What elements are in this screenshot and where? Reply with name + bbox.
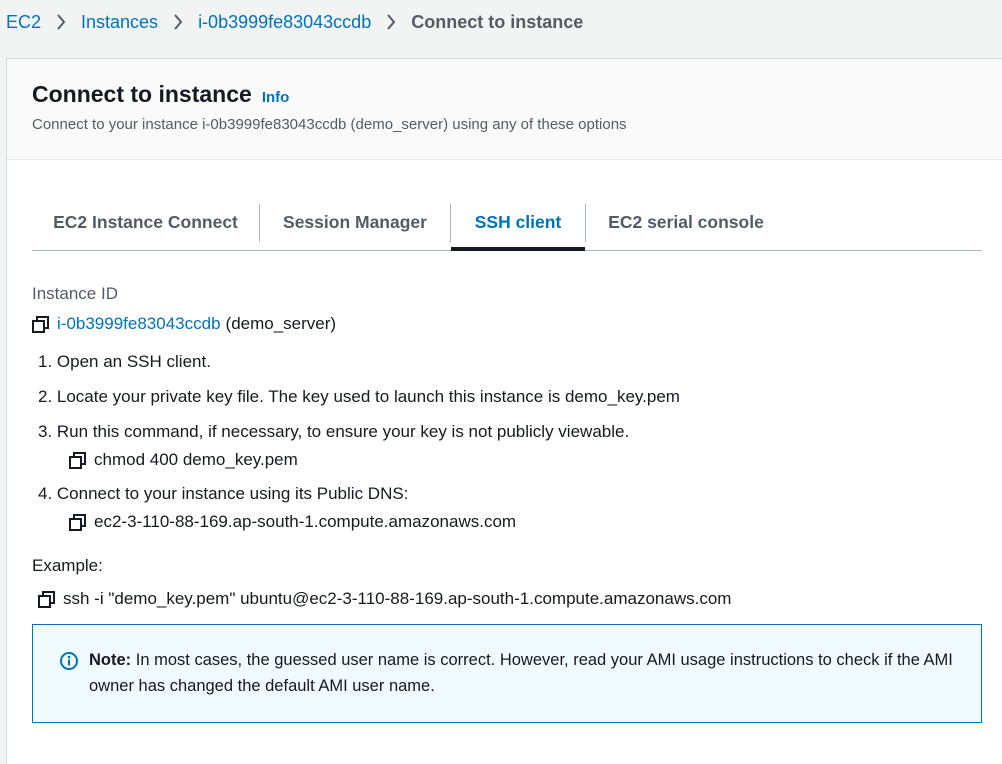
example-command-row: ssh -i "demo_key.pem" ubuntu@ec2-3-110-8… — [38, 589, 731, 609]
breadcrumb-current: Connect to instance — [411, 11, 584, 32]
copy-icon[interactable] — [38, 590, 55, 608]
instance-id-label: Instance ID — [32, 284, 118, 303]
tab-bar: EC2 Instance Connect Session Manager SSH… — [32, 195, 982, 251]
title-row: Connect to instance Info — [32, 81, 289, 108]
note-alert: Note: In most cases, the guessed user na… — [32, 624, 982, 723]
chevron-right-icon — [167, 14, 189, 30]
page-subtitle: Connect to your instance i-0b3999fe83043… — [32, 116, 627, 133]
info-circle-icon — [60, 652, 78, 670]
chevron-right-icon — [380, 14, 402, 30]
note-body: In most cases, the guessed user name is … — [89, 651, 953, 695]
breadcrumb-instances[interactable]: Instances — [81, 12, 158, 33]
tab-ec2-instance-connect[interactable]: EC2 Instance Connect — [32, 195, 259, 250]
breadcrumb-ec2[interactable]: EC2 — [6, 12, 41, 33]
note-bold: Note: — [89, 651, 132, 669]
breadcrumb-instance-id[interactable]: i-0b3999fe83043ccdb — [198, 12, 371, 33]
note-text: Note: In most cases, the guessed user na… — [89, 647, 969, 699]
copy-icon[interactable] — [69, 451, 86, 469]
step-2: 2. Locate your private key file. The key… — [38, 387, 680, 406]
tab-session-manager[interactable]: Session Manager — [260, 195, 450, 250]
panel-header: Connect to instance Info Connect to your… — [7, 59, 1002, 160]
page-title: Connect to instance — [32, 81, 252, 107]
tab-ec2-serial-console[interactable]: EC2 serial console — [586, 195, 786, 250]
example-command: ssh -i "demo_key.pem" ubuntu@ec2-3-110-8… — [63, 589, 732, 608]
step-3: 3. Run this command, if necessary, to en… — [38, 422, 630, 441]
public-dns-row: ec2-3-110-88-169.ap-south-1.compute.amaz… — [69, 512, 516, 532]
copy-icon[interactable] — [32, 315, 49, 333]
connect-panel: Connect to instance Info Connect to your… — [6, 58, 1002, 764]
instance-id-row: i-0b3999fe83043ccdb (demo_server) — [32, 314, 336, 334]
breadcrumb: EC2 Instances i-0b3999fe83043ccdb Connec… — [6, 10, 583, 34]
step-4: 4. Connect to your instance using its Pu… — [38, 484, 409, 503]
chevron-right-icon — [50, 14, 72, 30]
copy-icon[interactable] — [69, 513, 86, 531]
chmod-command-row: chmod 400 demo_key.pem — [69, 450, 298, 470]
chmod-command: chmod 400 demo_key.pem — [94, 450, 298, 469]
instance-name: (demo_server) — [225, 314, 337, 333]
public-dns: ec2-3-110-88-169.ap-south-1.compute.amaz… — [94, 512, 517, 531]
instance-id-link[interactable]: i-0b3999fe83043ccdb — [57, 314, 221, 334]
example-label: Example: — [32, 556, 103, 575]
tab-ssh-client[interactable]: SSH client — [451, 195, 585, 251]
info-link[interactable]: Info — [262, 89, 290, 106]
step-1: 1. Open an SSH client. — [38, 352, 211, 371]
